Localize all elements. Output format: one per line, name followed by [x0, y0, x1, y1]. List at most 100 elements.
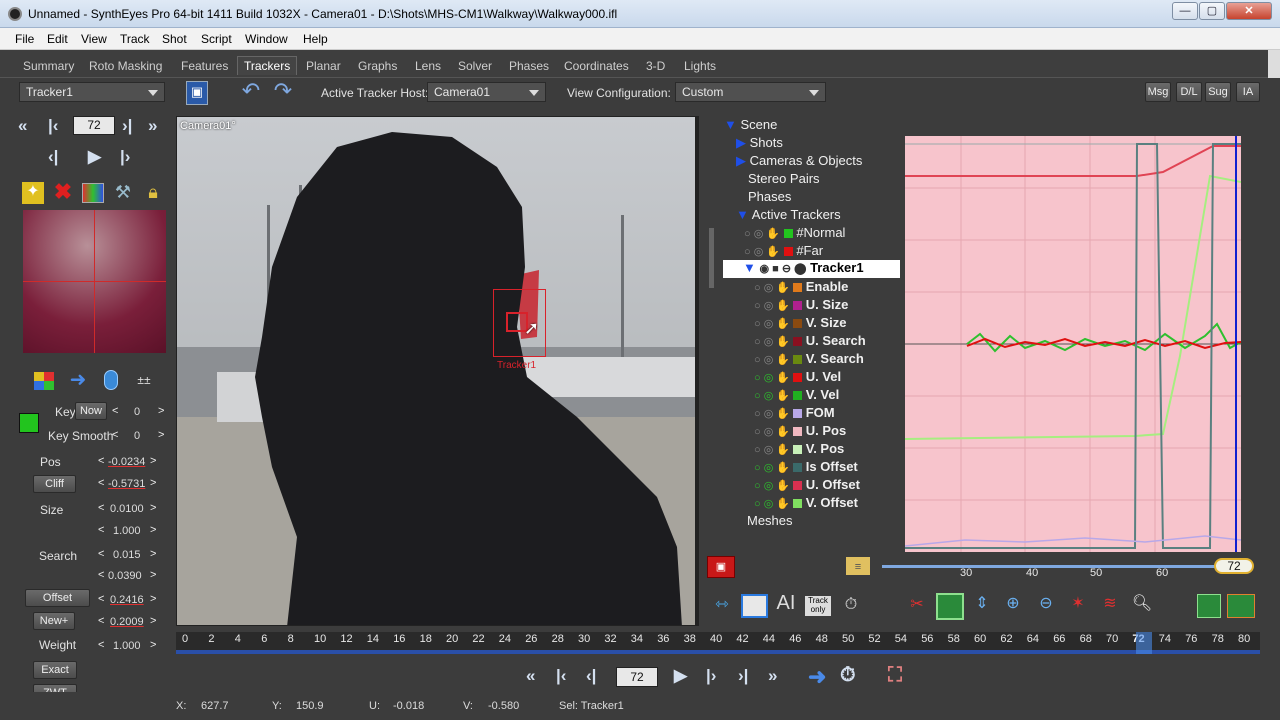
tree-cameras[interactable]: ▶ Cameras & Objects [736, 153, 862, 171]
menu-track[interactable]: Track [120, 32, 150, 46]
search-x-value[interactable]: 0.015 [113, 549, 141, 561]
wand-icon[interactable]: ✦ [22, 182, 44, 204]
spinner-right-icon[interactable]: > [150, 639, 156, 651]
undo-icon[interactable]: ↶ [238, 80, 264, 102]
tree-channel-row[interactable]: ○ ◎ ✋ FOM [754, 405, 835, 423]
spinner-right-icon[interactable]: > [150, 502, 156, 514]
scale-icon[interactable]: ⇕ [970, 594, 994, 614]
tab-coordinates[interactable]: Coordinates [564, 59, 629, 73]
tree-channel-row[interactable]: ○ ◎ ✋ V. Pos [754, 441, 844, 459]
hide-show-icon[interactable]: ⇿ [710, 595, 734, 615]
pos-y-value[interactable]: -0.5731 [108, 478, 145, 490]
redo-icon[interactable]: ↷ [270, 80, 296, 102]
dl-button[interactable]: D/L [1176, 82, 1202, 102]
menu-file[interactable]: File [15, 32, 34, 46]
tab-summary[interactable]: Summary [23, 59, 74, 73]
weight-value[interactable]: 1.000 [113, 640, 141, 652]
tab-planar[interactable]: Planar [306, 59, 341, 73]
now-button[interactable]: Now [75, 402, 107, 420]
next-key-icon[interactable]: ›| [122, 116, 132, 136]
spinner-left-icon[interactable]: < [98, 615, 104, 627]
tree-shots[interactable]: ▶ Shots [736, 135, 783, 153]
visibility-icon[interactable]: ○ ◎ ✋ [754, 300, 793, 312]
tree-channel-row[interactable]: ○ ◎ ✋ V. Search [754, 351, 864, 369]
spinner-left-icon[interactable]: < [98, 455, 104, 467]
tab-graphs[interactable]: Graphs [358, 59, 397, 73]
visibility-icon[interactable]: ○ ◎ ✋ [754, 372, 793, 384]
graph-scroll-track[interactable] [882, 565, 1242, 568]
timeline-playhead[interactable] [1136, 632, 1152, 654]
spinner-left-icon[interactable]: < [98, 477, 104, 489]
offset-button[interactable]: Offset [25, 589, 90, 607]
expand-icon[interactable]: ▼ [743, 260, 756, 275]
text-icon[interactable]: AI [773, 593, 799, 613]
eye-icon[interactable]: ◉ ■ ⊖ ⬤ [760, 263, 807, 275]
tree-normal[interactable]: ○ ◎ ✋ #Normal [744, 225, 845, 243]
visibility-icon[interactable]: ○ ◎ ✋ [754, 354, 793, 366]
step-forward-icon[interactable]: |› [706, 666, 716, 686]
menu-edit[interactable]: Edit [47, 32, 68, 46]
tab-scrollbar[interactable] [1268, 50, 1280, 78]
msg-button[interactable]: Msg [1145, 82, 1171, 102]
visibility-icon[interactable]: ○ ◎ ✋ [754, 426, 793, 438]
delete-icon[interactable]: ✖ [52, 181, 74, 203]
tree-channel-row[interactable]: ○ ◎ ✋ U. Offset [754, 477, 860, 495]
graph-frame-scale[interactable]: 30 40 50 60 72 [882, 555, 1262, 585]
tab-features[interactable]: Features [181, 59, 228, 73]
spinner-left-icon[interactable]: < [98, 569, 104, 581]
tracker-graph-icon[interactable] [1197, 594, 1221, 618]
visibility-icon[interactable]: ○ ◎ ✋ [754, 336, 793, 348]
size-y-value[interactable]: 1.000 [113, 525, 141, 537]
playback-frame-input[interactable]: 72 [616, 667, 658, 687]
rewind-icon[interactable]: « [526, 666, 535, 686]
tree-channel-row[interactable]: ○ ◎ ✋ U. Pos [754, 423, 846, 441]
fit-screen-icon[interactable]: ⛶ [888, 664, 902, 687]
tree-channel-row[interactable]: ○ ◎ ✋ U. Size [754, 297, 848, 315]
graph-current-frame[interactable]: 72 [1214, 558, 1254, 574]
menu-shot[interactable]: Shot [162, 32, 187, 46]
clock-icon[interactable]: ⏱ [840, 595, 862, 615]
remove-key-icon[interactable]: ⊖ [1034, 594, 1058, 614]
tab-solver[interactable]: Solver [458, 59, 492, 73]
spinner-right-icon[interactable]: > [150, 615, 156, 627]
tree-meshes[interactable]: Meshes [747, 513, 793, 531]
tree-channel-row[interactable]: ○ ◎ ✋ V. Size [754, 315, 846, 333]
camera-viewport[interactable]: Camera01° Tracker1 ➚ [176, 116, 696, 626]
spinner-right-icon[interactable]: > [158, 405, 164, 417]
plus-minus-icon[interactable]: ±± [132, 370, 156, 390]
mouse-icon[interactable] [104, 370, 118, 390]
spinner-right-icon[interactable]: > [158, 429, 164, 441]
collapse-icon[interactable]: ▶ [736, 153, 746, 168]
fit-vertical-icon[interactable] [936, 593, 964, 620]
spinner-right-icon[interactable]: > [150, 569, 156, 581]
tree-scene[interactable]: ▼ Scene [724, 117, 777, 135]
arrow-right-icon[interactable]: ➜ [808, 664, 826, 690]
tab-3d[interactable]: 3-D [646, 59, 665, 73]
step-back-icon[interactable]: ‹| [48, 147, 58, 167]
tree-channel-row[interactable]: ○ ◎ ✋ U. Vel [754, 369, 841, 387]
spinner-right-icon[interactable]: > [150, 548, 156, 560]
tree-channel-row[interactable]: ○ ◎ ✋ U. Search [754, 333, 866, 351]
search-y-value[interactable]: 0.0390 [108, 570, 142, 582]
hammer-icon[interactable]: ⚒ [112, 182, 134, 202]
sug-button[interactable]: Sug [1205, 82, 1231, 102]
play-icon[interactable]: ▶ [674, 666, 687, 686]
prev-key-icon[interactable]: |‹ [556, 666, 566, 686]
tracker-select[interactable]: Tracker1 [19, 82, 165, 102]
filter-icon[interactable]: ≋ [1098, 594, 1122, 614]
ia-button[interactable]: IA [1236, 82, 1260, 102]
tree-phases[interactable]: Phases [748, 189, 791, 207]
tracker-only-icon[interactable]: Track only [805, 596, 831, 616]
maximize-button[interactable]: ▢ [1199, 2, 1225, 20]
spinner-right-icon[interactable]: > [150, 477, 156, 489]
size-x-value[interactable]: 0.0100 [110, 503, 144, 515]
visibility-icon[interactable]: ○ ◎ ✋ [754, 462, 793, 474]
tree-channel-row[interactable]: ○ ◎ ✋ Is Offset [754, 459, 858, 477]
tree-active-trackers[interactable]: ▼ Active Trackers [736, 207, 841, 225]
tree-channel-row[interactable]: ○ ◎ ✋ V. Vel [754, 387, 839, 405]
visibility-icon[interactable]: ○ ◎ ✋ [744, 246, 780, 258]
fast-forward-icon[interactable]: » [768, 666, 777, 686]
tree-stereo[interactable]: Stereo Pairs [748, 171, 820, 189]
tab-lens[interactable]: Lens [415, 59, 441, 73]
graph-mode-icon[interactable] [741, 594, 768, 618]
